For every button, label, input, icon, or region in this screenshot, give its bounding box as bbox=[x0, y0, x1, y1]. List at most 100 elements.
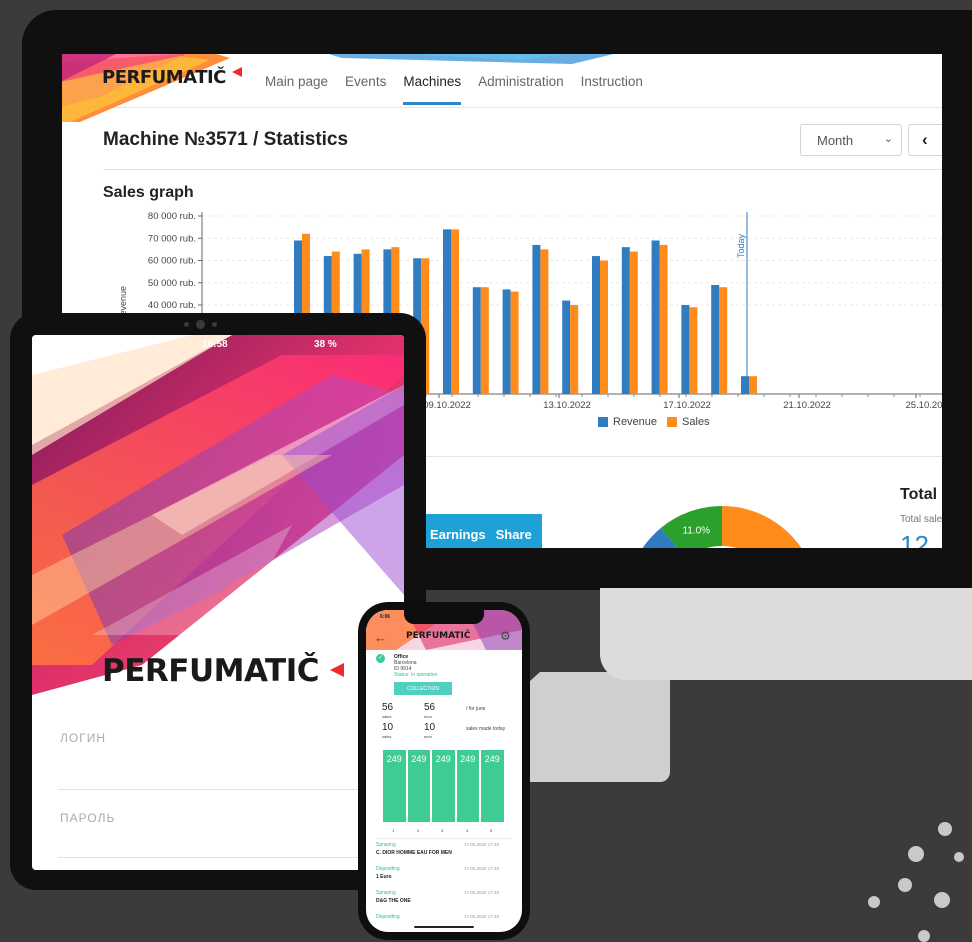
month-earnings-value: 56 bbox=[424, 702, 436, 713]
bar-revenue bbox=[621, 247, 630, 394]
logo-flag-icon bbox=[232, 67, 242, 77]
status-ok-icon: ✓ bbox=[376, 654, 385, 663]
nav-events[interactable]: Events bbox=[345, 74, 386, 89]
password-field[interactable] bbox=[58, 857, 378, 858]
tablet-camera bbox=[196, 320, 205, 329]
tablet-sensor bbox=[184, 322, 189, 327]
logo[interactable]: PERFUMATIČ bbox=[102, 67, 226, 88]
period-select-value: Month bbox=[817, 133, 854, 148]
decor-dot bbox=[954, 852, 964, 862]
month-earnings-label: euro bbox=[424, 714, 433, 719]
today-earnings-value: 10 bbox=[424, 722, 436, 733]
event-name: C. DIOR HOMME EAU FOR MEN bbox=[376, 850, 452, 856]
logo-flag-icon bbox=[330, 663, 344, 677]
cell-stock-bars: 249 249 249 249 249 bbox=[383, 750, 504, 822]
total-value: 12 bbox=[900, 530, 929, 548]
stock-bar-2[interactable]: 249 bbox=[407, 750, 430, 822]
bar-sales bbox=[629, 251, 638, 394]
stock-bar-1[interactable]: 249 bbox=[383, 750, 406, 822]
bar-revenue bbox=[651, 240, 660, 394]
phone-notch bbox=[404, 610, 484, 624]
settings-gear-icon[interactable]: ⚙ bbox=[500, 629, 511, 643]
share-donut-chart: 11.0%33.0% bbox=[642, 506, 818, 548]
event-date: 17.06.2020 17:40 bbox=[464, 890, 500, 895]
bar-revenue bbox=[711, 284, 720, 394]
decor-dot bbox=[898, 878, 912, 892]
phone-logo: PERFUMATIČ bbox=[406, 631, 471, 641]
event-date: 17.06.2020 17:40 bbox=[464, 842, 500, 847]
y-tick-label: 80 000 rub. bbox=[148, 211, 196, 222]
total-subtitle: Total sale bbox=[900, 514, 942, 525]
event-name: 1 Euro bbox=[376, 874, 392, 880]
bar-index-5: 5 bbox=[490, 828, 493, 833]
bar-sales bbox=[689, 307, 698, 394]
nav-administration[interactable]: Administration bbox=[478, 74, 564, 89]
bar-sales bbox=[719, 287, 728, 394]
section-divider bbox=[422, 456, 942, 457]
phone-screen: 6:06 ← PERFUMATIČ ⚙ ✓ Office Barcelona I… bbox=[366, 610, 522, 932]
x-tick-label: 25.10.20 bbox=[906, 400, 942, 411]
bar-index-4: 4 bbox=[466, 828, 469, 833]
machine-status: Status: In operation bbox=[394, 672, 438, 678]
month-sales-label: sales bbox=[382, 714, 392, 719]
today-label: Today bbox=[736, 233, 746, 258]
x-tick-label: 13.10.2022 bbox=[543, 400, 591, 411]
decor-dot bbox=[908, 846, 924, 862]
x-tick-label: 21.10.2022 bbox=[783, 400, 831, 411]
tab-share[interactable]: Share bbox=[496, 527, 532, 542]
password-field-label: ПАРОЛЬ bbox=[60, 811, 116, 825]
back-arrow-icon[interactable]: ← bbox=[374, 630, 387, 645]
month-period-label: / for june bbox=[466, 706, 486, 712]
bar-sales bbox=[659, 244, 668, 394]
previous-period-button[interactable]: ‹ bbox=[908, 124, 942, 156]
top-navigation: PERFUMATIČ Main page Events Machines Adm… bbox=[62, 54, 942, 122]
event-name: D&G THE ONE bbox=[376, 898, 411, 904]
bar-revenue bbox=[472, 287, 481, 394]
login-field[interactable] bbox=[58, 789, 378, 790]
tab-earnings[interactable]: Earnings bbox=[430, 527, 486, 542]
legend-swatch-sales bbox=[667, 417, 678, 427]
title-divider bbox=[103, 169, 942, 170]
bar-sales bbox=[540, 249, 549, 394]
nav-machines[interactable]: Machines bbox=[403, 74, 461, 105]
legend-item-revenue[interactable]: Revenue bbox=[598, 416, 657, 428]
nav-main-page[interactable]: Main page bbox=[265, 74, 328, 89]
bar-revenue bbox=[681, 305, 690, 394]
page-title: Machine №3571 / Statistics bbox=[103, 129, 349, 150]
nav-instruction[interactable]: Instruction bbox=[581, 74, 643, 89]
y-tick-label: 50 000 rub. bbox=[148, 278, 196, 289]
bar-revenue bbox=[562, 300, 571, 394]
sales-graph-title: Sales graph bbox=[103, 184, 194, 201]
legend-label-revenue: Revenue bbox=[613, 416, 658, 428]
stock-bar-3[interactable]: 249 bbox=[432, 750, 455, 822]
tablet-status-bar: ••••• MegaFon 16:58 38 % bbox=[32, 335, 404, 355]
bar-index-2: 2 bbox=[417, 828, 420, 833]
stats-tabs: Earnings Share bbox=[422, 514, 542, 548]
donut-slice[interactable] bbox=[722, 506, 818, 548]
period-select[interactable]: Month ⌄ bbox=[800, 124, 902, 156]
phone-device: 6:06 ← PERFUMATIČ ⚙ ✓ Office Barcelona I… bbox=[358, 602, 530, 940]
legend-item-sales[interactable]: Sales bbox=[667, 416, 710, 428]
bar-index-3: 3 bbox=[441, 828, 444, 833]
event-date: 17.06.2020 17:40 bbox=[464, 914, 500, 919]
chevron-left-icon: ‹ bbox=[922, 130, 928, 149]
donut-slice-label: 11.0% bbox=[682, 525, 710, 536]
bar-sales bbox=[480, 287, 489, 394]
bar-sales bbox=[510, 291, 519, 394]
total-title: Total bbox=[900, 486, 938, 503]
phone-status-time: 6:06 bbox=[380, 614, 391, 620]
event-date: 17.06.2020 17:40 bbox=[464, 866, 500, 871]
today-earnings-label: euro bbox=[424, 734, 433, 739]
brand-streak-blue bbox=[328, 54, 614, 64]
stock-bar-5[interactable]: 249 bbox=[481, 750, 504, 822]
y-tick-label: 60 000 rub. bbox=[148, 256, 196, 267]
collection-button[interactable]: COLLECTION bbox=[394, 682, 452, 695]
tablet-sensor bbox=[212, 322, 217, 327]
stock-bar-4[interactable]: 249 bbox=[456, 750, 479, 822]
tablet-logo: PERFUMATIČ bbox=[102, 653, 319, 689]
month-sales-value: 56 bbox=[382, 702, 394, 713]
chart-legend: Revenue Sales bbox=[598, 416, 710, 428]
bar-revenue bbox=[532, 244, 541, 394]
legend-swatch-revenue bbox=[598, 417, 608, 427]
bar-index-1: 1 bbox=[392, 828, 395, 833]
